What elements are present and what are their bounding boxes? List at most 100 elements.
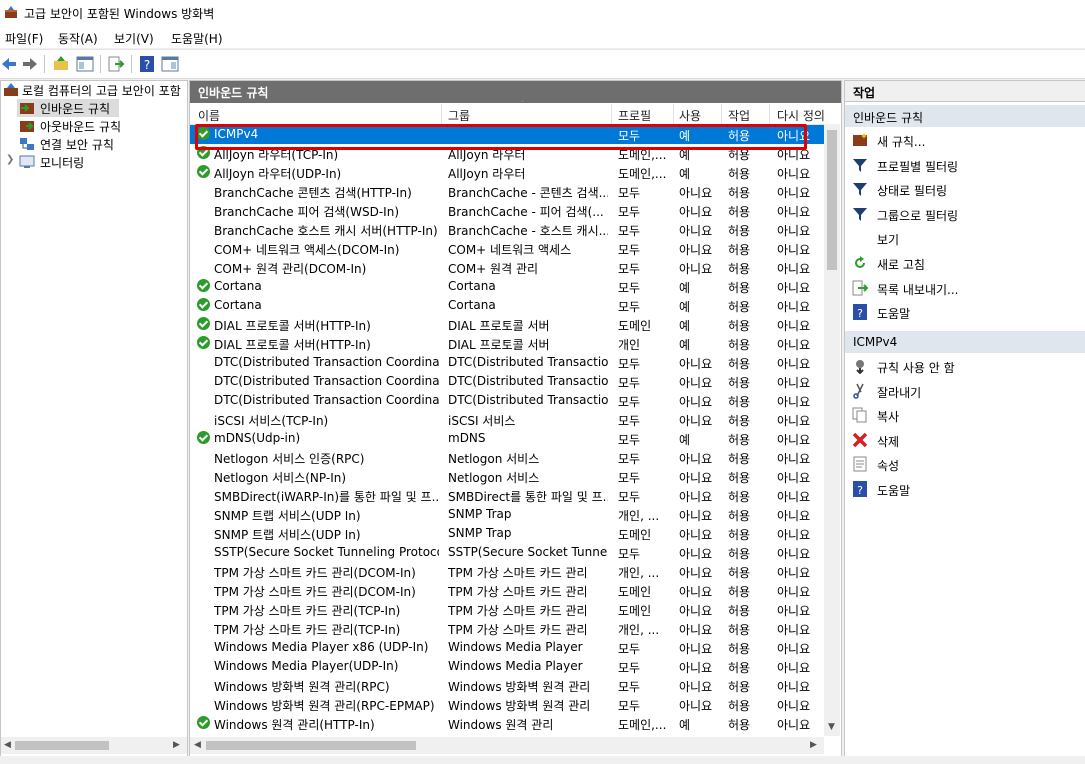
- help-icon[interactable]: ?: [138, 55, 156, 73]
- table-row[interactable]: mDNS(Udp-in) mDNS 모두 예 허용 아니요: [190, 429, 824, 448]
- table-row[interactable]: SNMP 트랩 서비스(UDP In) SNMP Trap 도메인 아니요 허용 아니요: [190, 524, 824, 543]
- table-row[interactable]: Netlogon 서비스 인증(RPC) Netlogon 서비스 모두 아니요 허용 아…: [190, 448, 824, 467]
- cell-enabled: 아니요: [679, 186, 713, 200]
- cell-profile: 도메인,...: [618, 167, 667, 181]
- col-override[interactable]: 다시 정의: [777, 107, 825, 125]
- col-name[interactable]: 이름: [198, 107, 220, 125]
- table-row[interactable]: COM+ 네트워크 액세스(DCOM-In) COM+ 네트워크 액세스 모두 아니요…: [190, 239, 824, 258]
- table-row[interactable]: SNMP 트랩 서비스(UDP In) SNMP Trap 개인, ... 아니요 허용…: [190, 505, 824, 524]
- action-item[interactable]: ? 도움말: [845, 477, 1085, 501]
- table-row[interactable]: Windows 방화벽 원격 관리(RPC) Windows 방화벽 원격 관리 모…: [190, 676, 824, 695]
- cell-override: 아니요: [777, 452, 811, 466]
- action-item[interactable]: 새 규칙...: [845, 128, 1085, 152]
- col-profile[interactable]: 프로필: [618, 107, 651, 125]
- tree-item-connection-security[interactable]: 연결 보안 규칙: [17, 135, 177, 153]
- action-item[interactable]: 보기: [845, 226, 1085, 250]
- scroll-down-icon[interactable]: ▼: [828, 722, 835, 732]
- tree-item-monitoring[interactable]: ❯ 모니터링: [1, 153, 161, 171]
- table-row[interactable]: Windows 원격 관리(HTTP-In) Windows 원격 관리 도메인,.…: [190, 714, 824, 733]
- forward-arrow-icon[interactable]: [21, 55, 39, 73]
- menu-action[interactable]: 동작(A): [58, 30, 98, 47]
- table-row[interactable]: TPM 가상 스마트 카드 관리(DCOM-In) TPM 가상 스마트 카드 관…: [190, 581, 824, 600]
- table-row[interactable]: Windows Media Player x86 (UDP-In) Windows…: [190, 638, 824, 657]
- cell-name: Windows Media Player x86 (UDP-In): [214, 640, 429, 654]
- table-row[interactable]: iSCSI 서비스(TCP-In) iSCSI 서비스 모두 아니요 허용 아니요: [190, 410, 824, 429]
- tree-root[interactable]: 로컬 컴퓨터의 고급 보안이 포함: [1, 81, 187, 99]
- table-row[interactable]: DIAL 프로토콜 서버(HTTP-In) DIAL 프로토콜 서버 도메인 예 허용 아…: [190, 315, 824, 334]
- back-arrow-icon[interactable]: [0, 55, 18, 73]
- action-item[interactable]: 그룹으로 필터링: [845, 202, 1085, 226]
- export-list-icon[interactable]: [107, 55, 125, 73]
- action-item[interactable]: 목록 내보내기...: [845, 276, 1085, 300]
- table-row[interactable]: SMBDirect(iWARP-In)를 통한 파일 및 프... SMBDire…: [190, 486, 824, 505]
- action-item[interactable]: 잘라내기: [845, 379, 1085, 403]
- table-row[interactable]: BranchCache 호스트 캐시 서버(HTTP-In) BranchCach…: [190, 220, 824, 239]
- rules-vscroll-thumb[interactable]: [827, 130, 837, 270]
- table-row[interactable]: TPM 가상 스마트 카드 관리(DCOM-In) TPM 가상 스마트 카드 관…: [190, 562, 824, 581]
- cell-group: mDNS: [448, 431, 486, 445]
- action-item[interactable]: 프로필별 필터링: [845, 153, 1085, 177]
- cell-profile: 모두: [618, 376, 641, 390]
- table-row[interactable]: BranchCache 피어 검색(WSD-In) BranchCache - 피…: [190, 201, 824, 220]
- menu-view[interactable]: 보기(V): [114, 30, 154, 47]
- up-folder-icon[interactable]: [52, 55, 70, 73]
- table-row[interactable]: Cortana Cortana 모두 예 허용 아니요: [190, 296, 824, 315]
- scroll-right-icon[interactable]: ▶: [810, 740, 817, 750]
- cell-profile: 모두: [618, 490, 641, 504]
- table-row[interactable]: DIAL 프로토콜 서버(HTTP-In) DIAL 프로토콜 서버 개인 예 허용 아니…: [190, 334, 824, 353]
- table-row[interactable]: ICMPv4 모두 예 허용 아니요: [190, 125, 824, 144]
- action-item[interactable]: ? 도움말: [845, 300, 1085, 324]
- table-row[interactable]: Windows Media Player(UDP-In) Windows Medi…: [190, 657, 824, 676]
- rules-hscroll-thumb[interactable]: [206, 741, 416, 750]
- cell-group: SNMP Trap: [448, 526, 512, 540]
- show-hide-tree-icon[interactable]: [76, 55, 94, 73]
- table-row[interactable]: AllJoyn 라우터(TCP-In) AllJoyn 라우터 도메인,... 예 허용…: [190, 144, 824, 163]
- rules-vscroll[interactable]: ▼: [824, 124, 840, 736]
- col-enabled[interactable]: 사용: [679, 107, 701, 125]
- table-row[interactable]: TPM 가상 스마트 카드 관리(TCP-In) TPM 가상 스마트 카드 관리…: [190, 619, 824, 638]
- enabled-check-icon: [197, 146, 210, 159]
- table-row[interactable]: DTC(Distributed Transaction Coordinato..…: [190, 372, 824, 391]
- col-group[interactable]: 그룹: [448, 107, 470, 125]
- cell-action: 허용: [728, 680, 751, 694]
- table-row[interactable]: Cortana Cortana 모두 예 허용 아니요: [190, 277, 824, 296]
- expand-chevron-icon[interactable]: ❯: [6, 154, 14, 165]
- menu-help[interactable]: 도움말(H): [171, 30, 223, 47]
- action-label: 삭제: [877, 434, 900, 449]
- action-item[interactable]: 상태로 필터링: [845, 177, 1085, 201]
- table-row[interactable]: Windows 방화벽 원격 관리(RPC-EPMAP) Windows 방화벽 …: [190, 695, 824, 714]
- scroll-left-icon[interactable]: ◀: [4, 740, 11, 750]
- actions-section-selected-rule[interactable]: ICMPv4: [845, 331, 1085, 353]
- scroll-right-icon[interactable]: ▶: [173, 740, 180, 750]
- table-row[interactable]: DTC(Distributed Transaction Coordinato..…: [190, 391, 824, 410]
- table-row[interactable]: Netlogon 서비스(NP-In) Netlogon 서비스 모두 아니요 허용 아니…: [190, 467, 824, 486]
- table-row[interactable]: AllJoyn 라우터(UDP-In) AllJoyn 라우터 도메인,... 예 허용…: [190, 163, 824, 182]
- tree-hscroll-thumb[interactable]: [15, 741, 109, 750]
- action-item[interactable]: 규칙 사용 안 함: [845, 354, 1085, 378]
- table-row[interactable]: DTC(Distributed Transaction Coordinato..…: [190, 353, 824, 372]
- table-row[interactable]: COM+ 원격 관리(DCOM-In) COM+ 원격 관리 모두 아니요 허용 아니요: [190, 258, 824, 277]
- action-item[interactable]: 복사: [845, 403, 1085, 427]
- action-item[interactable]: 속성: [845, 452, 1085, 476]
- tree-item-outbound[interactable]: 아웃바운드 규칙: [17, 117, 177, 135]
- scroll-left-icon[interactable]: ◀: [194, 740, 201, 750]
- cell-override: 아니요: [777, 585, 811, 599]
- table-row[interactable]: TPM 가상 스마트 카드 관리(TCP-In) TPM 가상 스마트 카드 관리…: [190, 600, 824, 619]
- action-item[interactable]: 새로 고침: [845, 251, 1085, 275]
- show-hide-action-pane-icon[interactable]: [161, 55, 179, 73]
- cell-override: 아니요: [777, 433, 811, 447]
- rules-hscroll[interactable]: ◀ ▶: [190, 737, 824, 754]
- cell-enabled: 아니요: [679, 585, 713, 599]
- monitoring-icon: [19, 155, 35, 168]
- col-action[interactable]: 작업: [728, 107, 750, 125]
- table-row[interactable]: BranchCache 콘텐츠 검색(HTTP-In) BranchCache -…: [190, 182, 824, 201]
- cell-action: 허용: [728, 300, 751, 314]
- actions-section-inbound[interactable]: 인바운드 규칙: [845, 105, 1085, 127]
- menu-file[interactable]: 파일(F): [5, 30, 43, 47]
- tree-item-inbound[interactable]: 인바운드 규칙: [17, 99, 119, 117]
- action-item[interactable]: 삭제: [845, 428, 1085, 452]
- tree-hscroll[interactable]: ◀ ▶: [1, 737, 187, 754]
- action-label: 새로 고침: [877, 258, 925, 272]
- cell-group: DTC(Distributed Transactio...: [448, 374, 608, 388]
- table-row[interactable]: SSTP(Secure Socket Tunneling Protocol)..…: [190, 543, 824, 562]
